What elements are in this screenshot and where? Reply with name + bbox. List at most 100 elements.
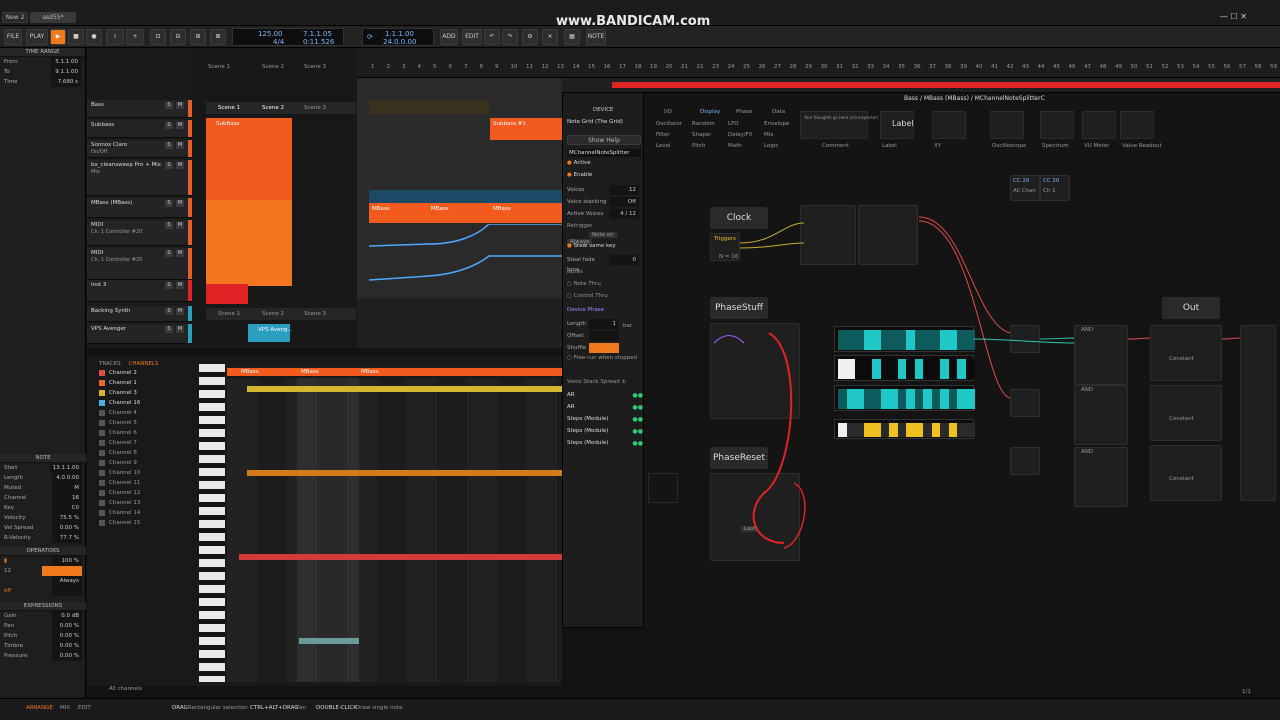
window-controls[interactable]: — ☐ ✕: [1220, 12, 1247, 21]
solo-button[interactable]: S: [165, 222, 173, 229]
settings-icon[interactable]: ⚙: [522, 29, 538, 45]
subbass-arr-clip[interactable]: Subbass #1: [490, 118, 562, 140]
modulator-item[interactable]: AR ●●: [567, 401, 643, 413]
track-header[interactable]: Sonnox Claro On/Off M S: [87, 140, 192, 158]
automation-icon[interactable]: ⌇: [106, 29, 124, 45]
all-channels-select[interactable]: All channels: [109, 686, 142, 692]
steal-same-key[interactable]: ● Steal same key: [567, 243, 616, 249]
scene-2[interactable]: Scene 2: [262, 64, 284, 70]
channel-item[interactable]: Channel 5: [99, 418, 167, 428]
note-field[interactable]: Key C0: [0, 503, 86, 513]
mute-button[interactable]: M: [176, 200, 184, 207]
track-header[interactable]: Subbass M S: [87, 120, 192, 138]
undo-icon[interactable]: ↶: [484, 29, 500, 45]
mute-button[interactable]: M: [176, 162, 184, 169]
note-field[interactable]: Start 13.1.1.00: [0, 463, 86, 473]
note-field[interactable]: Velocity 75.5 %: [0, 513, 86, 523]
expression-field[interactable]: Pitch 0.00 %: [0, 631, 86, 641]
punch-icon[interactable]: ⊠: [210, 29, 226, 45]
channel-item[interactable]: Channel 11: [99, 478, 167, 488]
length-unit[interactable]: bar: [623, 323, 632, 329]
subbass-clip-slot[interactable]: SubBass: [206, 118, 292, 200]
scene-1[interactable]: Scene 1: [208, 64, 230, 70]
shuffle-field[interactable]: Shuffle: [563, 343, 623, 353]
time-range-time[interactable]: Time 7.680 s: [0, 77, 85, 87]
channel-item[interactable]: Channel 9: [99, 458, 167, 468]
tempo-readout[interactable]: 125.00: [258, 30, 283, 38]
arrange-view-button[interactable]: ARRANGE: [26, 705, 53, 711]
channel-item[interactable]: Channel 1: [99, 378, 167, 388]
voice-stacking-field[interactable]: Voice stacking Off: [563, 197, 643, 207]
note-field[interactable]: Muted M: [0, 483, 86, 493]
backing-scene-2[interactable]: Scene 2: [262, 311, 284, 317]
time-signature[interactable]: 4/4: [273, 38, 284, 46]
piano-clip-strip[interactable]: MBass MBass MBass: [227, 368, 562, 376]
redo-icon[interactable]: ↷: [502, 29, 518, 45]
track-header[interactable]: VPS Avenger M S: [87, 324, 192, 344]
time-range-to[interactable]: To 9.1.1.00: [0, 67, 85, 77]
track-header[interactable]: Backing Synth M S: [87, 306, 192, 322]
modulator-item[interactable]: Steps (Module) ●●: [567, 413, 643, 425]
modulator-item[interactable]: Steps (Module) ●●: [567, 425, 643, 437]
note-row-c0[interactable]: [299, 638, 359, 644]
expression-field[interactable]: Pressure 0.00 %: [0, 651, 86, 661]
loop-region-bar[interactable]: [612, 82, 1280, 88]
bass-clip-pattern[interactable]: [369, 100, 489, 114]
metronome-icon[interactable]: ⊡: [150, 29, 166, 45]
solo-button[interactable]: S: [165, 200, 173, 207]
tab-project-1[interactable]: New 2: [2, 12, 28, 23]
show-help-button[interactable]: Show Help: [567, 135, 641, 145]
channel-item[interactable]: Channel 13: [99, 498, 167, 508]
solo-button[interactable]: S: [165, 102, 173, 109]
note-button[interactable]: NOTE: [586, 29, 606, 45]
loop-length[interactable]: 24.0.0.00: [383, 38, 416, 46]
mute-button[interactable]: M: [176, 142, 184, 149]
solo-button[interactable]: S: [165, 308, 173, 315]
solo-button[interactable]: S: [165, 122, 173, 129]
tab-tracks[interactable]: TRACKS: [99, 361, 121, 367]
close-icon[interactable]: ✕: [542, 29, 558, 45]
channel-item[interactable]: Channel 16: [99, 398, 167, 408]
automation-curves[interactable]: [369, 224, 562, 294]
track-header[interactable]: MBass (MBass) M S: [87, 198, 192, 218]
note-row-c1[interactable]: [239, 554, 562, 560]
mbass-clip-slot[interactable]: [206, 200, 292, 286]
edit-button[interactable]: EDIT: [462, 29, 482, 45]
solo-button[interactable]: S: [165, 250, 173, 257]
expression-field[interactable]: Timbre 0.00 %: [0, 641, 86, 651]
track-header[interactable]: Bass M S: [87, 100, 192, 118]
track-header[interactable]: MIDI Ch. 1 Controller #20 M S: [87, 220, 192, 246]
track-header[interactable]: Inst 3 MS: [87, 280, 192, 302]
note-grid[interactable]: [227, 378, 562, 682]
tab-channels[interactable]: CHANNELS: [128, 361, 158, 367]
channel-item[interactable]: Channel 10: [99, 468, 167, 478]
active-toggle[interactable]: ● Active: [567, 160, 591, 166]
add-icon[interactable]: +: [126, 29, 144, 45]
channel-item[interactable]: Channel 12: [99, 488, 167, 498]
note-field[interactable]: Vel Spread 0.00 %: [0, 523, 86, 533]
control-thru-toggle[interactable]: ○ Control Thru: [567, 293, 608, 299]
bass-scene-1[interactable]: Scene 1: [218, 105, 240, 111]
time-readout[interactable]: 0:11.526: [303, 38, 334, 46]
steal-fade-field[interactable]: Steal fade time 0: [563, 255, 643, 273]
freerun-toggle[interactable]: ○ Free-run when stopped: [567, 355, 637, 361]
channel-item[interactable]: Channel 14: [99, 508, 167, 518]
expression-field[interactable]: Pan 0.00 %: [0, 621, 86, 631]
note-row-c2[interactable]: [247, 470, 562, 476]
solo-button[interactable]: S: [165, 282, 173, 289]
solo-button[interactable]: S: [165, 142, 173, 149]
preset-name[interactable]: MChannelNoteSplitter: [567, 149, 641, 157]
overdub-icon[interactable]: ⊞: [190, 29, 206, 45]
enable-toggle[interactable]: ● Enable: [567, 172, 592, 178]
solo-button[interactable]: S: [165, 162, 173, 169]
mute-button[interactable]: M: [176, 122, 184, 129]
note-thru-toggle[interactable]: ○ Note Thru: [567, 281, 601, 287]
piano-keyboard[interactable]: [199, 364, 225, 682]
backing-scene-3[interactable]: Scene 3: [304, 311, 326, 317]
vps-clip-slot[interactable]: VPS Aveng...: [248, 324, 293, 342]
record-icon[interactable]: ●: [86, 29, 102, 45]
mute-button[interactable]: M: [176, 326, 184, 333]
track-header[interactable]: bx_cleansweep Pro + Mix Mix M S: [87, 160, 192, 196]
timeline-ruler[interactable]: 1 2 3 4 5 6 7 8 9 10 11 12 13 14 15 16 17 18 19 20 21 22 23 24 2…: [357, 48, 1280, 78]
note-field[interactable]: Length 4.0.0.00: [0, 473, 86, 483]
